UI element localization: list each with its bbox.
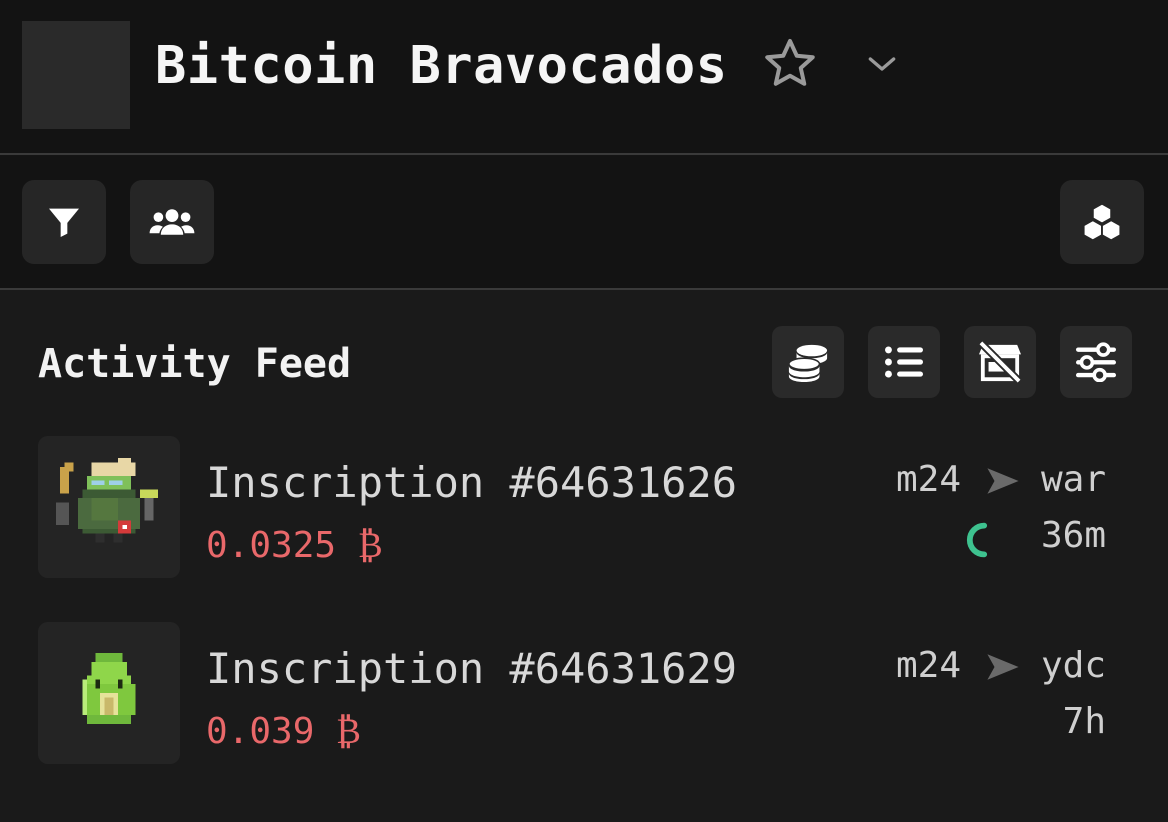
buyer-name[interactable]: ydc: [1041, 644, 1106, 688]
chevron-down-icon[interactable]: [862, 44, 902, 84]
marketplace-filter-button[interactable]: [964, 326, 1036, 398]
inscription-name[interactable]: Inscription #64631629: [206, 644, 737, 694]
collection-header: Bitcoin Bravocados: [0, 0, 1168, 154]
list-icon: [885, 346, 923, 378]
avocado-explorer-image: [38, 436, 180, 578]
seller-name[interactable]: m24: [896, 644, 961, 688]
store-slash-icon: [978, 341, 1022, 383]
sliders-icon: [1076, 342, 1116, 382]
header-divider: [0, 153, 1168, 155]
arrow-right-icon: [987, 654, 1019, 680]
collection-avatar[interactable]: [22, 21, 130, 129]
buyer-name[interactable]: war: [1041, 458, 1106, 502]
activity-row[interactable]: Inscription #64631626 0.0325 ₿ m24 war 3…: [0, 436, 1168, 582]
arrow-right-icon: [987, 468, 1019, 494]
nft-thumbnail[interactable]: [38, 622, 180, 764]
users-icon: [149, 209, 195, 235]
list-view-button[interactable]: [868, 326, 940, 398]
holders-button[interactable]: [130, 180, 214, 264]
nft-thumbnail[interactable]: [38, 436, 180, 578]
activity-panel: Activity Feed Inscription #64631626 0.03…: [0, 290, 1168, 822]
filter-button[interactable]: [22, 180, 106, 264]
toolbar: [0, 156, 1168, 288]
inscription-name[interactable]: Inscription #64631626: [206, 458, 737, 508]
filter-icon: [49, 208, 79, 237]
collection-title: Bitcoin Bravocados: [155, 36, 728, 96]
seller-name[interactable]: m24: [896, 458, 961, 502]
feed-title: Activity Feed: [38, 341, 352, 387]
time-ago: 7h: [1062, 701, 1106, 742]
pending-spinner-icon: [966, 522, 988, 558]
sale-price: 0.0325 ₿: [206, 525, 383, 566]
avocado-image: [38, 622, 180, 764]
blocks-button[interactable]: [1060, 180, 1144, 264]
coins-icon: [788, 344, 828, 383]
sales-filter-button[interactable]: [772, 326, 844, 398]
sale-price: 0.039 ₿: [206, 711, 361, 752]
time-ago: 36m: [1040, 515, 1106, 556]
star-icon[interactable]: [760, 34, 820, 94]
cubes-icon: [1082, 202, 1122, 242]
settings-button[interactable]: [1060, 326, 1132, 398]
activity-row[interactable]: Inscription #64631629 0.039 ₿ m24 ydc 7h: [0, 622, 1168, 768]
